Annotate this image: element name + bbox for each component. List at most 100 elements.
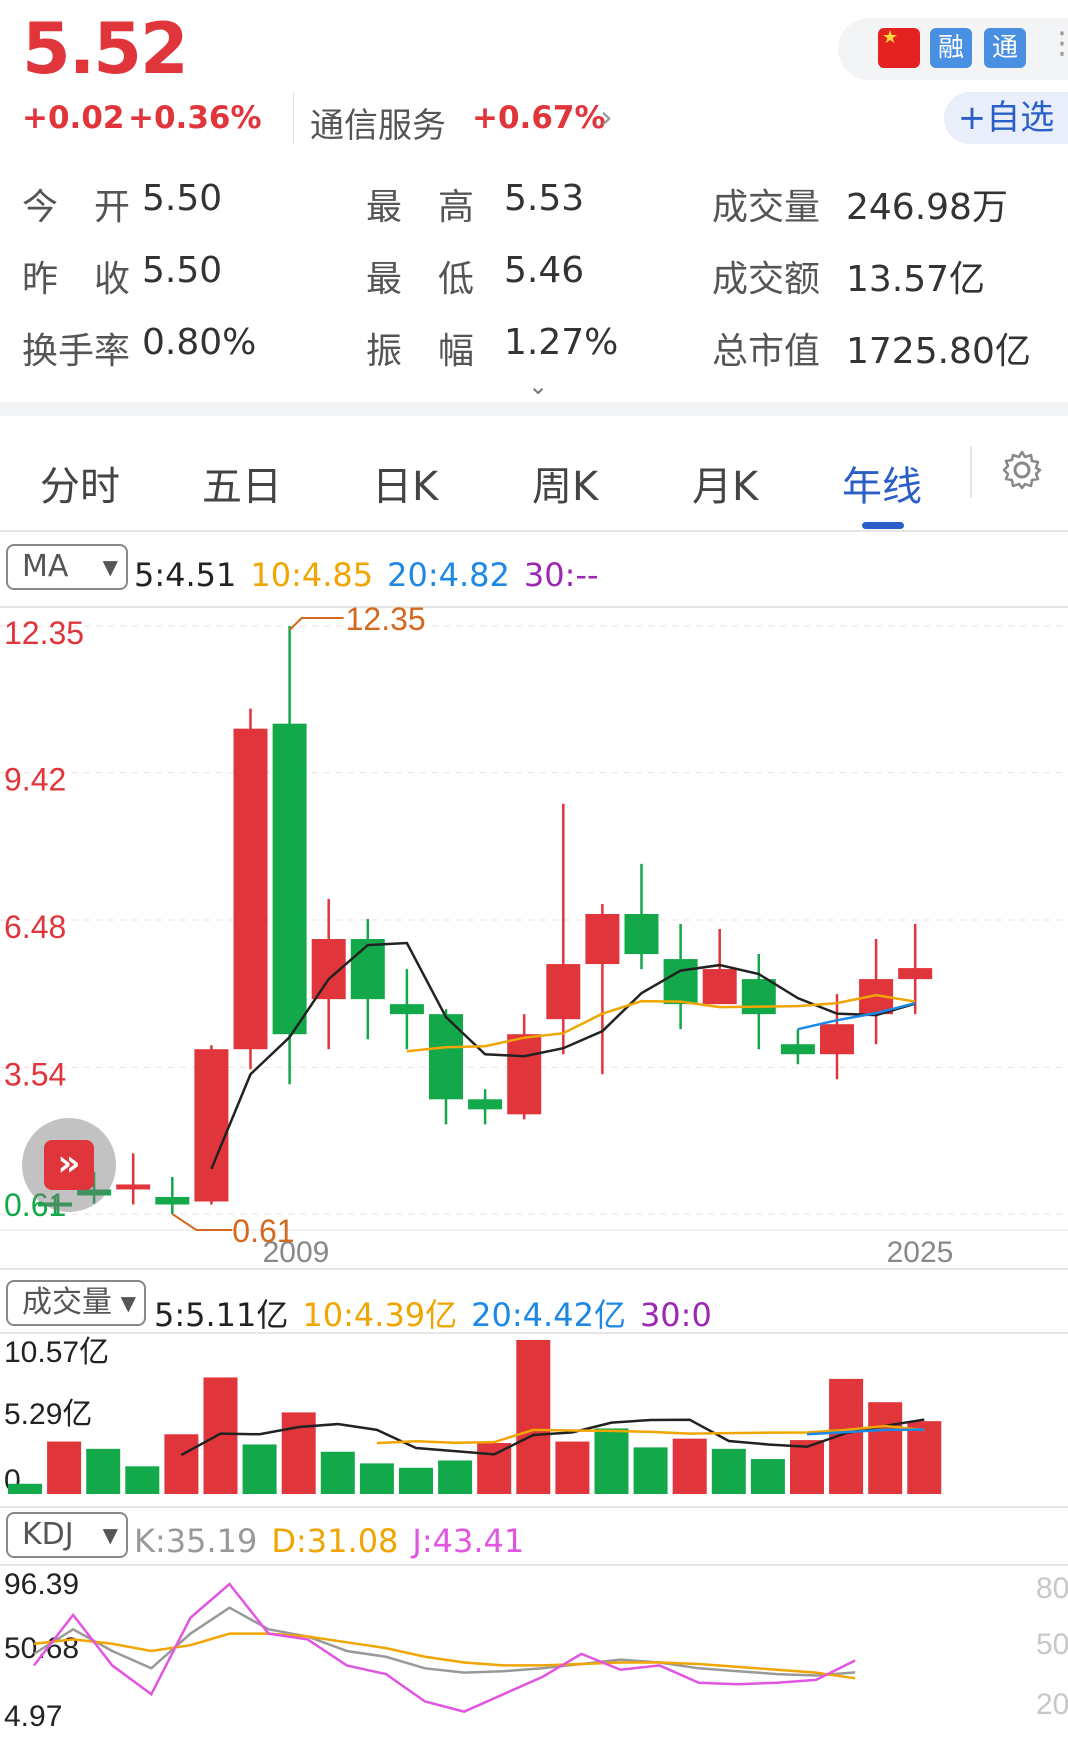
indicator-select-volume[interactable]: 成交量 ▼ xyxy=(6,1280,146,1326)
legend-item: 10:4.85 xyxy=(250,556,374,594)
volume-bar[interactable] xyxy=(203,1377,238,1494)
stat-value: 5.46 xyxy=(504,250,585,291)
candle[interactable] xyxy=(429,1009,463,1125)
settings-gear-icon[interactable] xyxy=(1000,448,1044,492)
legend-item: D:31.08 xyxy=(271,1522,399,1560)
volume-bar[interactable] xyxy=(477,1443,512,1494)
volume-bar[interactable] xyxy=(399,1467,433,1494)
candle[interactable] xyxy=(350,918,385,1040)
dropdown-arrow-icon: ▼ xyxy=(102,555,118,579)
more-icon[interactable]: ⋮ xyxy=(1047,26,1068,61)
sector-name[interactable]: 通信服务 xyxy=(310,98,446,147)
volume-bar[interactable] xyxy=(359,1463,394,1494)
dropdown-arrow-icon: ▼ xyxy=(102,1523,118,1547)
tab-five-day[interactable]: 五日 xyxy=(202,454,282,512)
chevron-right-icon[interactable]: › xyxy=(600,98,613,136)
candle[interactable] xyxy=(233,708,268,1070)
volume-bar[interactable] xyxy=(868,1402,903,1494)
kdj-chart[interactable]: 96.3950.684.97805020 xyxy=(0,1564,1068,1756)
indicator-select-label: 成交量 xyxy=(22,1285,112,1320)
dropdown-arrow-icon: ▼ xyxy=(120,1291,136,1315)
volume-bar[interactable] xyxy=(164,1434,199,1494)
active-tab-indicator xyxy=(862,522,904,529)
right-tick-label: 80 xyxy=(1036,1572,1068,1605)
y-tick-label: 9.42 xyxy=(4,762,66,798)
max-label: 12.35 xyxy=(346,606,426,637)
candle[interactable] xyxy=(624,863,659,970)
ma20-line xyxy=(797,1001,916,1031)
expand-chevron-icon[interactable]: ⌄ xyxy=(528,372,548,400)
volume-bar[interactable] xyxy=(594,1428,629,1494)
connect-badge[interactable]: 通 xyxy=(984,28,1026,68)
candle[interactable] xyxy=(116,1153,151,1205)
y-tick-label: 6.48 xyxy=(4,909,66,945)
y-tick-label: 4.97 xyxy=(4,1700,62,1733)
candle[interactable] xyxy=(507,1014,542,1120)
chart-divider xyxy=(0,1268,1068,1270)
indicator-select-kdj[interactable]: KDJ ▼ xyxy=(6,1512,128,1558)
y-tick-label: 10.57亿 xyxy=(4,1336,109,1369)
volume-bar[interactable] xyxy=(672,1438,707,1494)
volume-bar[interactable] xyxy=(125,1466,160,1494)
expand-arrows-icon[interactable]: » xyxy=(44,1140,94,1190)
volume-bar[interactable] xyxy=(8,1483,42,1494)
margin-badge[interactable]: 融 xyxy=(930,28,972,68)
stat-value: 5.50 xyxy=(142,250,223,291)
last-price: 5.52 xyxy=(22,8,189,90)
candle[interactable] xyxy=(820,994,854,1080)
candle[interactable] xyxy=(272,626,307,1085)
candle[interactable] xyxy=(194,1045,229,1205)
volume-bar[interactable] xyxy=(555,1441,590,1494)
volume-bar[interactable] xyxy=(907,1421,942,1494)
volume-bar[interactable] xyxy=(281,1412,316,1494)
kdj-legend: K:35.19 D:31.08 J:43.41 xyxy=(134,1522,538,1560)
tab-intraday[interactable]: 分时 xyxy=(40,454,120,512)
candle[interactable] xyxy=(585,903,620,1075)
candle[interactable] xyxy=(155,1176,190,1214)
legend-item: 10:4.39亿 xyxy=(302,1296,458,1334)
tab-monthly-k[interactable]: 月K xyxy=(692,454,758,512)
candle[interactable] xyxy=(311,898,346,1050)
sector-change[interactable]: +0.67% xyxy=(472,100,606,136)
volume-bar[interactable] xyxy=(438,1460,473,1494)
stat-value: 0.80% xyxy=(142,322,257,363)
tab-weekly-k[interactable]: 周K xyxy=(532,454,598,512)
volume-bar[interactable] xyxy=(633,1447,668,1494)
price-change-pct: +0.36% xyxy=(128,100,262,136)
stat-value: 1725.80亿 xyxy=(846,331,1031,372)
volume-bar[interactable] xyxy=(790,1440,824,1494)
volume-bar[interactable] xyxy=(516,1340,551,1494)
candle[interactable] xyxy=(741,954,776,1050)
stat-value: 1.27% xyxy=(504,322,619,363)
volume-bar[interactable] xyxy=(242,1444,277,1494)
volume-bar[interactable] xyxy=(86,1448,121,1494)
legend-item: 5:5.11亿 xyxy=(154,1296,289,1334)
y-tick-label: 96.39 xyxy=(4,1568,79,1601)
indicator-select-ma[interactable]: MA ▼ xyxy=(6,544,128,590)
volume-bar[interactable] xyxy=(320,1451,355,1494)
candle[interactable] xyxy=(468,1089,503,1125)
min-label: 0.61 xyxy=(232,1213,294,1249)
volume-chart[interactable]: 10.57亿5.29亿0 xyxy=(0,1332,1068,1510)
stat-label: 成交额 xyxy=(712,259,821,300)
tab-yearly[interactable]: 年线 xyxy=(842,454,922,512)
candlestick-chart[interactable]: 12.359.426.483.540.612009 202512.350.61 xyxy=(0,606,1068,1268)
candle[interactable] xyxy=(780,1029,815,1065)
ma-legend: 5:4.51 10:4.85 20:4.82 30:-- xyxy=(134,556,612,594)
add-watchlist-button[interactable]: +自选 xyxy=(944,92,1068,144)
tabs-bottom-line xyxy=(0,530,1068,532)
stat-value: 5.50 xyxy=(142,178,223,219)
volume-bar[interactable] xyxy=(750,1459,785,1494)
y-tick-label: 3.54 xyxy=(4,1056,66,1092)
candle[interactable] xyxy=(389,969,424,1050)
candle[interactable] xyxy=(546,803,581,1055)
stat-value: 13.57亿 xyxy=(846,259,986,300)
tab-daily-k[interactable]: 日K xyxy=(372,454,438,512)
candle[interactable] xyxy=(859,939,894,1045)
stat-label: 成交量 xyxy=(712,187,821,228)
china-flag-icon: ★ xyxy=(878,28,920,68)
legend-item: 30:0 xyxy=(639,1296,712,1334)
volume-bar[interactable] xyxy=(47,1441,82,1494)
volume-bar[interactable] xyxy=(711,1448,746,1494)
stat-label: 最 低 xyxy=(366,259,475,300)
